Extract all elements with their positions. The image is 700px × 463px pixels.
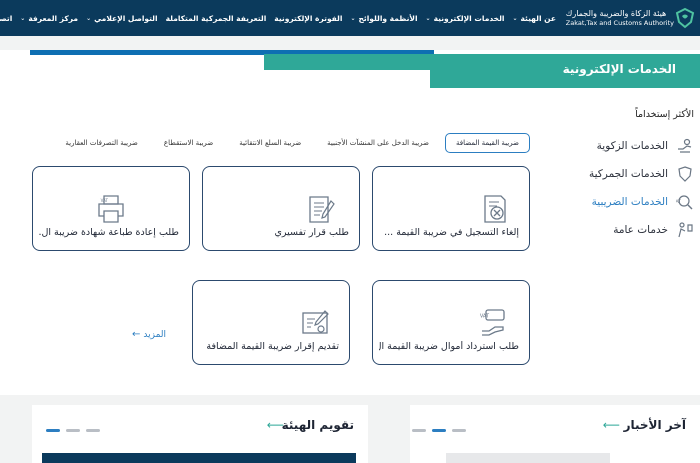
category-zakat[interactable]: الخدمات الزكوية (578, 132, 694, 160)
main-menu: عن الهيئة ⌄ الخدمات الإلكترونية ⌄ الأنظمة … (0, 0, 556, 36)
nav-knowledge-label: مركز المعرفة (28, 13, 79, 23)
category-customs-label: الخدمات الجمركية (588, 168, 668, 180)
calendar-image[interactable] (42, 453, 356, 463)
svg-text:VAT: VAT (101, 198, 109, 203)
tab-excise-tax[interactable]: ضريبة السلع الانتقائية (229, 133, 311, 153)
service-card-vat-deregistration[interactable]: إلغاء التسجيل في ضريبة القيمة ... (372, 166, 530, 251)
customs-shield-icon (678, 166, 692, 182)
service-card-label: إلغاء التسجيل في ضريبة القيمة ... (384, 227, 519, 238)
nav-e-services-label: الخدمات الإلكترونية (433, 13, 505, 23)
brand[interactable]: هيئة الزكاة والضريبة والجمارك Zakat,Tax … (562, 0, 696, 36)
brand-name-ar: هيئة الزكاة والضريبة والجمارك (565, 8, 667, 18)
arrow-left-icon[interactable]: ⟵ (267, 418, 284, 432)
carousel-dot[interactable] (412, 429, 426, 432)
service-card-interpretive-ruling[interactable]: طلب قرار تفسيري (202, 166, 360, 251)
chevron-down-icon: ⌄ (512, 14, 518, 22)
service-card-label: طلب استرداد أموال ضريبة القيمة ال... (379, 341, 519, 352)
service-card-reprint-certificate[interactable]: VAT طلب إعادة طباعة شهادة ضريبة ال... (32, 166, 190, 251)
chevron-down-icon: ⌄ (350, 14, 356, 22)
service-card-label: طلب إعادة طباعة شهادة ضريبة ال... (39, 227, 179, 238)
nav-tariff-label: التعريفة الجمركية المتكاملة (165, 13, 267, 23)
nav-contact[interactable]: اتصل بنا (0, 14, 12, 23)
cancel-document-icon (484, 195, 506, 223)
zatca-logo-icon (675, 7, 695, 29)
calendar-panel: تقويم الهيئة ⟵ (32, 405, 368, 463)
e-services-section: الخدمات الإلكترونية الأكثر إستخداماً الخ… (0, 50, 700, 395)
section-title: الخدمات الإلكترونية (562, 62, 676, 76)
service-card-label: تقديم إقرار ضريبة القيمة المضافة (206, 341, 339, 352)
service-card-vat-refund[interactable]: VAT طلب استرداد أموال ضريبة القيمة ال... (372, 280, 530, 365)
nav-about-label: عن الهيئة (520, 13, 557, 23)
top-navigation: هيئة الزكاة والضريبة والجمارك Zakat,Tax … (0, 0, 700, 36)
category-general[interactable]: خدمات عامة (578, 216, 694, 244)
category-tax[interactable]: VAT الخدمات الضريبية (578, 188, 694, 216)
nav-e-services[interactable]: الخدمات الإلكترونية ⌄ (426, 14, 505, 23)
arrow-left-icon: ← (132, 329, 141, 340)
bottom-sections: آخر الأخبار ⟵ تقويم الهيئة ⟵ (0, 405, 700, 463)
decorative-teal-bar (264, 54, 430, 70)
tab-real-estate-tax[interactable]: ضريبة التصرفات العقارية (55, 133, 147, 153)
nav-about[interactable]: عن الهيئة ⌄ (512, 14, 556, 23)
category-general-label: خدمات عامة (613, 224, 668, 236)
category-zakat-label: الخدمات الزكوية (596, 140, 668, 152)
latest-news-panel: آخر الأخبار ⟵ (410, 405, 700, 463)
document-pen-icon (309, 196, 335, 223)
nav-media-label: التواصل الإعلامي (94, 13, 158, 23)
category-customs[interactable]: الخدمات الجمركية (578, 160, 694, 188)
more-link-label: المزيد (143, 329, 167, 340)
nav-media[interactable]: التواصل الإعلامي ⌄ (86, 14, 158, 23)
news-carousel-dots (406, 429, 466, 432)
nav-e-invoicing[interactable]: الفوترة الإلكترونية (274, 14, 342, 23)
service-card-submit-vat-return[interactable]: تقديم إقرار ضريبة القيمة المضافة (192, 280, 350, 365)
nav-tariff[interactable]: التعريفة الجمركية المتكاملة (166, 14, 267, 23)
vat-refund-icon: VAT (480, 309, 505, 336)
nav-regulations[interactable]: الأنظمة واللوائح ⌄ (350, 14, 417, 23)
nav-regulations-label: الأنظمة واللوائح (358, 13, 418, 23)
news-image[interactable] (446, 453, 610, 463)
tax-search-icon: VAT (676, 195, 693, 210)
service-categories: الخدمات الزكوية الخدمات الجمركية VAT الخ… (578, 132, 694, 244)
latest-news-title[interactable]: آخر الأخبار (624, 418, 686, 432)
arrow-left-icon[interactable]: ⟵ (603, 418, 620, 432)
carousel-dot[interactable] (452, 429, 466, 432)
carousel-dot-active[interactable] (432, 429, 446, 432)
brand-name-en: Zakat,Tax and Customs Authority (565, 18, 674, 27)
tax-type-tabs: ضريبة القيمة المضافة ضريبة الدخل على الم… (49, 133, 530, 153)
chevron-down-icon: ⌄ (86, 14, 92, 22)
most-used-label: الأكثر إستخداماً (635, 109, 694, 120)
carousel-dot-active[interactable] (46, 429, 60, 432)
tab-foreign-income-tax[interactable]: ضريبة الدخل على المنشآت الأجنبية (317, 133, 439, 153)
printer-icon: VAT (98, 195, 124, 223)
svg-text:VAT: VAT (676, 199, 681, 205)
svg-text:VAT: VAT (480, 314, 490, 320)
vat-return-icon (302, 310, 329, 334)
nav-e-invoicing-label: الفوترة الإلكترونية (274, 13, 343, 23)
tab-withholding-tax[interactable]: ضريبة الاستقطاع (154, 133, 223, 153)
zakat-hand-icon (678, 138, 692, 153)
section-title-band: الخدمات الإلكترونية (430, 54, 700, 88)
calendar-title[interactable]: تقويم الهيئة (282, 418, 354, 432)
tab-vat[interactable]: ضريبة القيمة المضافة (444, 133, 530, 153)
more-link[interactable]: المزيد ← (132, 329, 166, 340)
carousel-dot[interactable] (86, 429, 100, 432)
service-card-label: طلب قرار تفسيري (274, 227, 349, 238)
nav-contact-label: اتصل بنا (0, 13, 13, 23)
general-services-icon (678, 222, 693, 238)
category-tax-label: الخدمات الضريبية (591, 196, 668, 208)
chevron-down-icon: ⌄ (425, 14, 431, 22)
carousel-dot[interactable] (66, 429, 80, 432)
nav-knowledge-center[interactable]: مركز المعرفة ⌄ (20, 14, 78, 23)
chevron-down-icon: ⌄ (20, 14, 26, 22)
calendar-carousel-dots (40, 429, 100, 432)
